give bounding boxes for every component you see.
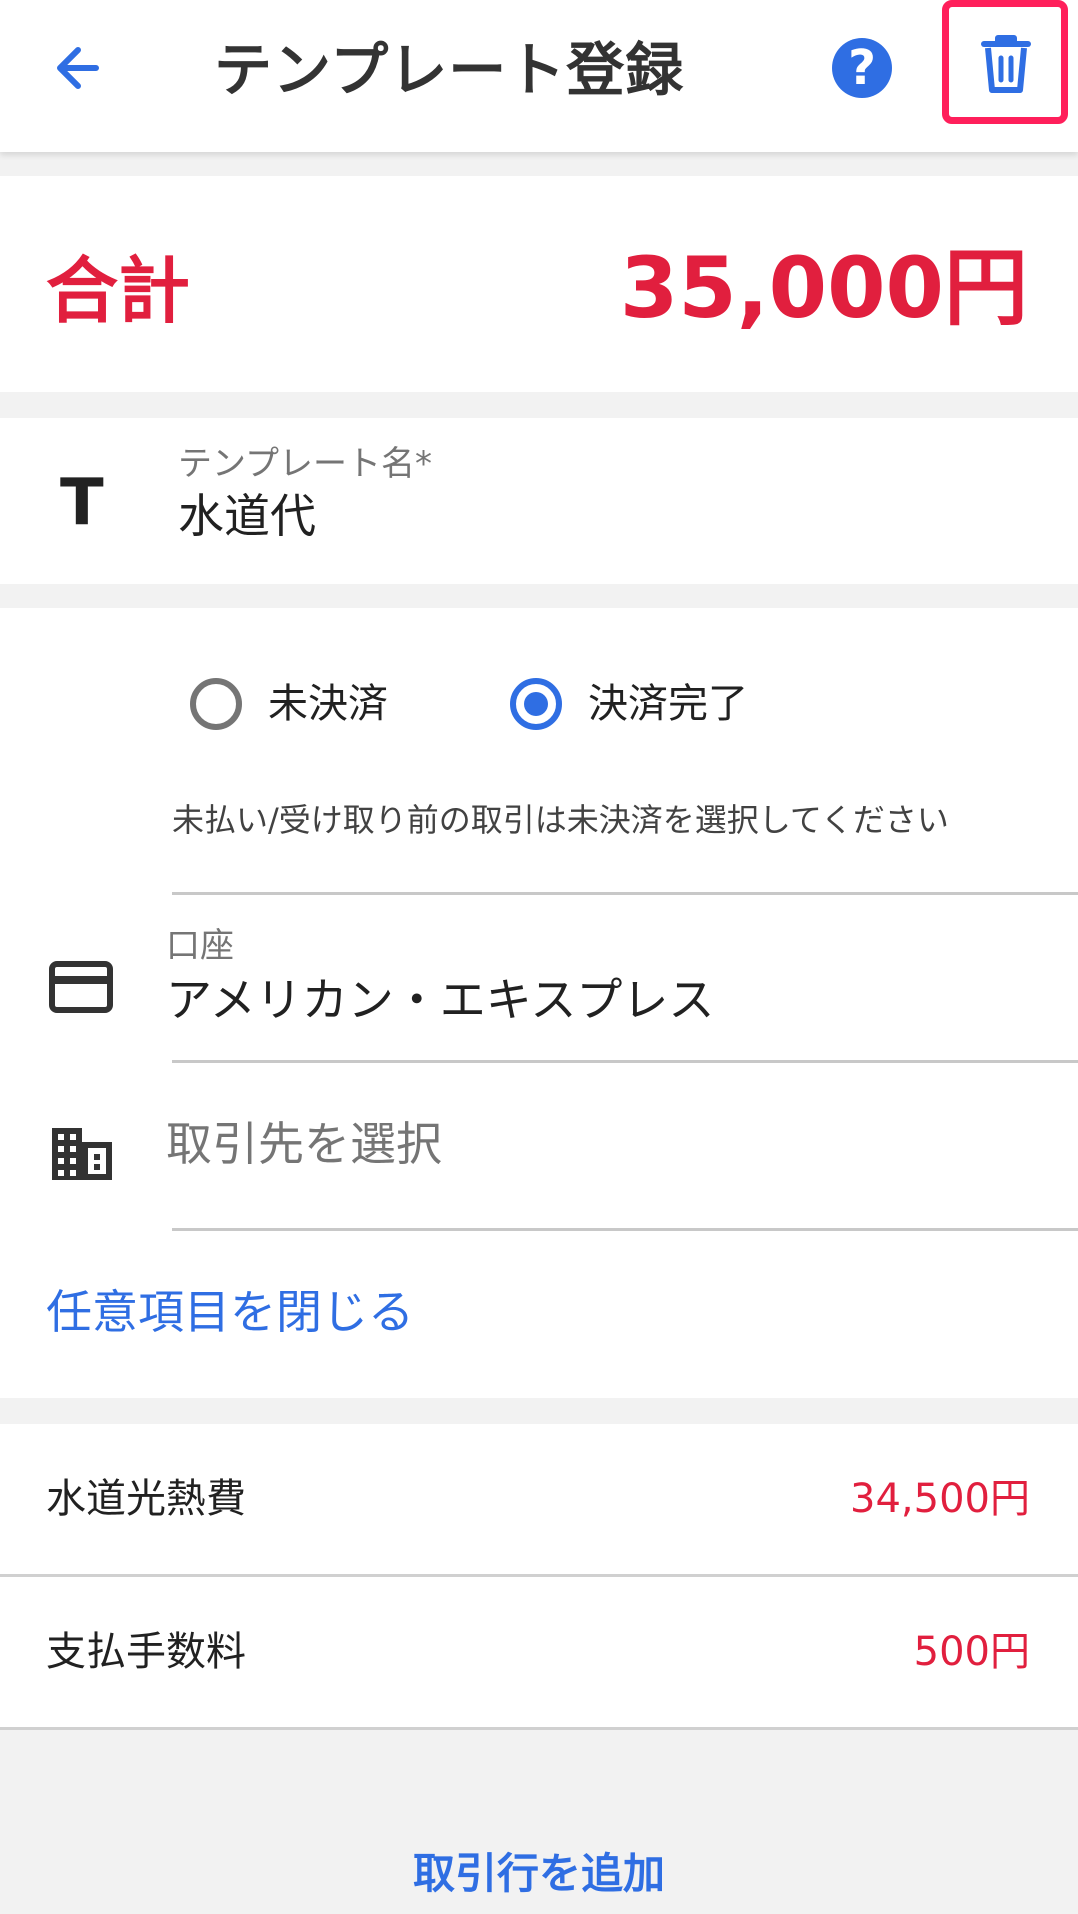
status-hint: 未払い/受け取り前の取引は未決済を選択してください [172, 801, 949, 839]
line-item-amount: 34,500円 [850, 1476, 1030, 1522]
line-item-amount: 500円 [913, 1629, 1030, 1675]
total-label: 合計 [46, 249, 191, 333]
account-value[interactable]: アメリカン・エキスプレス [166, 972, 714, 1028]
credit-card-icon [48, 954, 116, 1022]
trash-icon[interactable] [970, 28, 1042, 100]
text-icon: T [60, 466, 104, 540]
total-value: 35,000円 [619, 239, 1028, 337]
line-item-name: 水道光熱費 [46, 1476, 246, 1522]
back-arrow-icon[interactable] [44, 30, 124, 110]
radio-settled-label[interactable]: 決済完了 [588, 678, 748, 730]
radio-settled[interactable] [510, 678, 562, 730]
radio-unsettled-label[interactable]: 未決済 [268, 678, 388, 730]
account-label: 口座 [166, 926, 234, 966]
app-bar: テンプレート登録 ? [0, 0, 1078, 152]
divider [172, 892, 1078, 895]
close-optional-link[interactable]: 任意項目を閉じる [46, 1284, 414, 1340]
template-name-value[interactable]: 水道代 [178, 488, 316, 544]
divider [172, 1060, 1078, 1063]
template-name-field[interactable]: T テンプレート名* 水道代 [0, 418, 1078, 584]
transaction-lines: 水道光熱費 34,500円 支払手数料 500円 [0, 1424, 1078, 1730]
template-name-label: テンプレート名* [178, 444, 432, 484]
help-icon[interactable]: ? [832, 38, 892, 98]
line-item[interactable]: 支払手数料 500円 [0, 1577, 1078, 1727]
add-line-button[interactable]: 取引行を追加 [0, 1846, 1078, 1902]
line-item-name: 支払手数料 [46, 1629, 246, 1675]
row-divider [0, 1727, 1078, 1730]
building-icon [48, 1120, 116, 1188]
page-title: テンプレート登録 [214, 36, 685, 104]
line-item[interactable]: 水道光熱費 34,500円 [0, 1424, 1078, 1574]
divider [172, 1228, 1078, 1231]
partner-placeholder[interactable]: 取引先を選択 [166, 1116, 442, 1172]
total-section: 合計 35,000円 [0, 176, 1078, 392]
radio-unsettled[interactable] [190, 678, 242, 730]
optional-section: 未決済 決済完了 未払い/受け取り前の取引は未決済を選択してください 口座 アメ… [0, 608, 1078, 1398]
